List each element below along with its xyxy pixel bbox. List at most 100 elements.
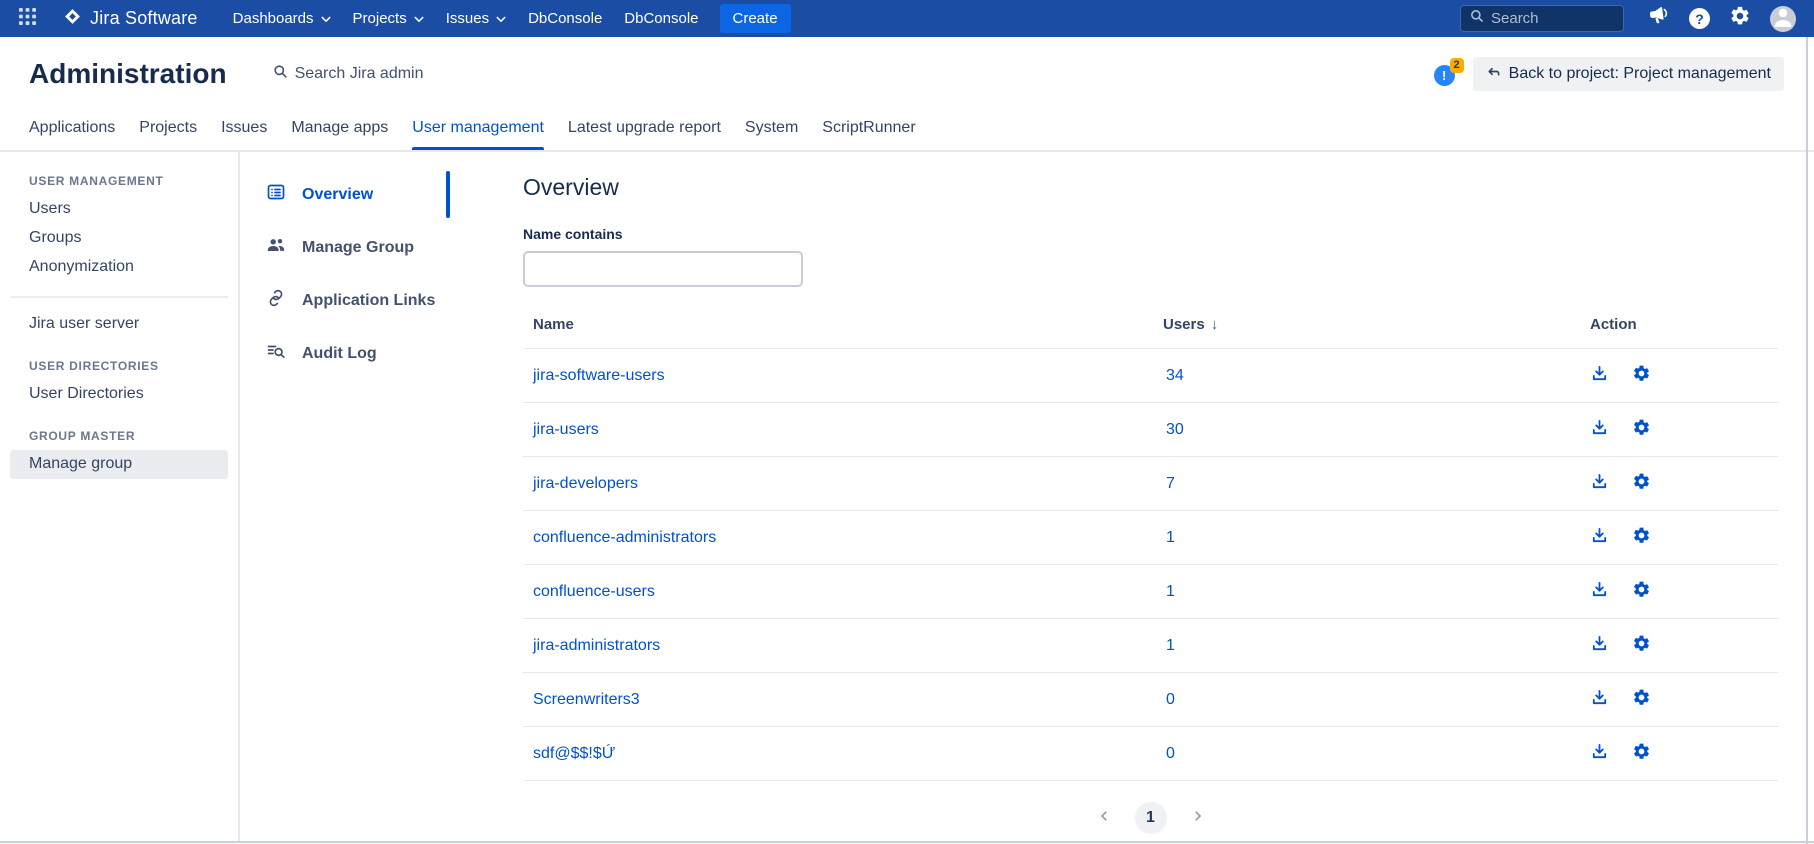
group-settings-button[interactable] [1632,688,1651,712]
group-name-link[interactable]: jira-administrators [533,637,660,654]
column-header-users[interactable]: Users ↓ [1163,316,1590,333]
jira-software-logo[interactable]: Jira Software [62,6,198,32]
group-settings-button[interactable] [1632,472,1651,496]
nav-item-projects[interactable]: Projects [342,3,435,34]
help-button[interactable]: ? [1689,8,1710,29]
group-master-nav: Overview Manage Group Application Links … [240,152,450,842]
sidenav-label: Manage Group [302,239,414,257]
logo-label: Jira Software [90,8,198,29]
nav-item-dbconsole-1[interactable]: DbConsole [517,3,613,34]
notifications-indicator[interactable]: ! 2 [1434,62,1458,86]
export-group-button[interactable] [1590,418,1609,442]
user-avatar[interactable] [1770,6,1796,32]
group-users-link[interactable]: 0 [1166,745,1175,762]
group-name-link[interactable]: Screenwriters3 [533,691,640,708]
tab-projects[interactable]: Projects [139,105,197,150]
global-search-box[interactable] [1460,5,1624,32]
chevron-left-icon [1097,809,1111,828]
group-name-link[interactable]: confluence-administrators [533,529,716,546]
group-users-link[interactable]: 1 [1166,583,1175,600]
people-icon [266,235,286,260]
table-row: jira-developers 7 [523,456,1778,510]
group-name-link[interactable]: confluence-users [533,583,655,600]
groups-table-header: Name Users ↓ Action [523,303,1778,348]
group-name-link[interactable]: jira-software-users [533,367,665,384]
download-icon [1590,688,1609,712]
sidebar-item-jira-user-server[interactable]: Jira user server [10,310,228,339]
nav-item-issues[interactable]: Issues [435,3,517,34]
column-header-name[interactable]: Name [523,316,1163,333]
group-users-link[interactable]: 7 [1166,475,1175,492]
download-icon [1590,418,1609,442]
tab-scriptrunner[interactable]: ScriptRunner [822,105,915,150]
person-icon [1771,6,1795,32]
admin-search-button[interactable]: Search Jira admin [273,64,424,84]
tab-applications[interactable]: Applications [29,105,115,150]
sidebar-heading-user-management: USER MANAGEMENT [29,174,228,188]
sidenav-item-overview[interactable]: Overview [266,170,450,219]
next-page-button[interactable] [1191,809,1205,828]
tab-latest-upgrade-report[interactable]: Latest upgrade report [568,105,721,150]
tab-user-management[interactable]: User management [412,105,544,150]
settings-button[interactable] [1729,5,1751,32]
group-settings-button[interactable] [1632,580,1651,604]
group-name-link[interactable]: jira-developers [533,475,638,492]
export-group-button[interactable] [1590,580,1609,604]
main-content: Overview Name contains Name Users ↓ Acti… [450,152,1814,842]
group-settings-button[interactable] [1632,418,1651,442]
export-group-button[interactable] [1590,742,1609,766]
group-settings-button[interactable] [1632,742,1651,766]
tab-manage-apps[interactable]: Manage apps [291,105,388,150]
export-group-button[interactable] [1590,364,1609,388]
sidebar-item-users[interactable]: Users [10,195,228,224]
export-group-button[interactable] [1590,526,1609,550]
sidenav-item-audit-log[interactable]: Audit Log [266,329,450,378]
announcements-button[interactable] [1648,5,1670,32]
primary-nav-menu: Dashboards Projects Issues DbConsole DbC… [222,3,710,34]
sidenav-item-application-links[interactable]: Application Links [266,276,450,325]
filter-block: Name contains [523,226,1778,287]
sidebar-item-groups[interactable]: Groups [10,224,228,253]
table-row: confluence-users 1 [523,564,1778,618]
group-settings-button[interactable] [1632,634,1651,658]
download-icon [1590,364,1609,388]
export-group-button[interactable] [1590,472,1609,496]
nav-item-dbconsole-2[interactable]: DbConsole [613,3,709,34]
group-users-link[interactable]: 34 [1166,367,1184,384]
gear-icon [1632,418,1651,442]
bottom-edge-divider [0,841,1814,843]
group-settings-button[interactable] [1632,364,1651,388]
create-button[interactable]: Create [720,4,791,33]
gear-icon [1632,688,1651,712]
group-users-link[interactable]: 1 [1166,637,1175,654]
column-header-action: Action [1590,316,1778,333]
sidenav-item-manage-group[interactable]: Manage Group [266,223,450,272]
tab-issues[interactable]: Issues [221,105,267,150]
tab-system[interactable]: System [745,105,798,150]
sidebar-item-user-directories[interactable]: User Directories [10,380,228,409]
name-contains-input[interactable] [523,251,803,287]
back-to-project-button[interactable]: Back to project: Project management [1473,57,1784,91]
admin-search-label: Search Jira admin [295,65,424,83]
sidebar-item-anonymization[interactable]: Anonymization [10,253,228,282]
group-users-link[interactable]: 0 [1166,691,1175,708]
global-search-input[interactable] [1491,10,1601,27]
sidebar-item-manage-group[interactable]: Manage group [10,450,228,479]
nav-icon-group: ? [1648,5,1796,32]
admin-sidebar: USER MANAGEMENT Users Groups Anonymizati… [0,152,240,842]
page-title: Administration [29,58,227,90]
group-name-link[interactable]: jira-users [533,421,599,438]
table-row: sdf@$$!$Ứ 0 [523,726,1778,780]
export-group-button[interactable] [1590,634,1609,658]
app-switcher-button[interactable] [12,4,42,34]
nav-item-dashboards[interactable]: Dashboards [222,3,342,34]
group-name-link[interactable]: sdf@$$!$Ứ [533,745,615,762]
group-settings-button[interactable] [1632,526,1651,550]
previous-page-button[interactable] [1097,809,1111,828]
group-users-link[interactable]: 1 [1166,529,1175,546]
group-users-link[interactable]: 30 [1166,421,1184,438]
chevron-down-icon [321,10,331,27]
export-group-button[interactable] [1590,688,1609,712]
megaphone-icon [1648,5,1670,32]
page-number-button[interactable]: 1 [1135,802,1167,834]
